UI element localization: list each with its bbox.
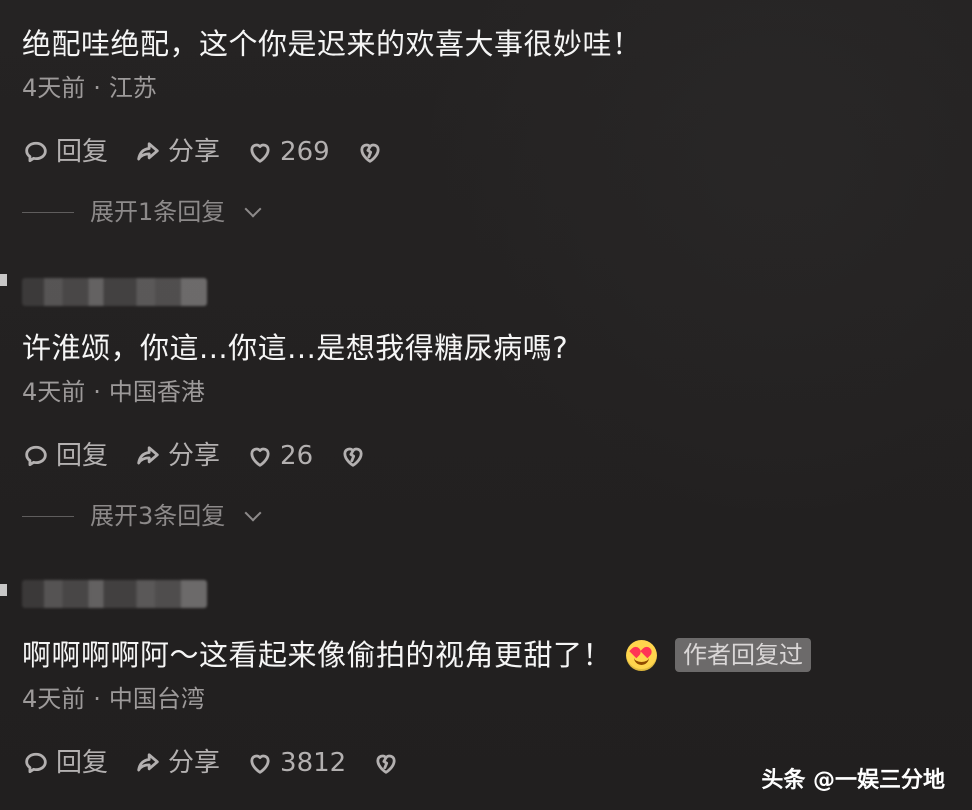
heart-icon bbox=[246, 749, 274, 777]
comment-item-2: 许淮颂，你這...你這...是想我得糖尿病嗎? 4天前·中国香港 回复 分享 bbox=[22, 278, 950, 531]
broken-heart-icon bbox=[372, 749, 400, 777]
meta-separator: · bbox=[93, 74, 101, 102]
left-edge-marker bbox=[0, 274, 7, 286]
share-icon bbox=[134, 442, 162, 470]
share-button[interactable]: 分享 bbox=[134, 440, 220, 472]
broken-heart-icon bbox=[339, 442, 367, 470]
blurred-username bbox=[22, 278, 207, 306]
comment-actions: 回复 分享 26 bbox=[22, 440, 950, 472]
share-button[interactable]: 分享 bbox=[134, 136, 220, 168]
blurred-username bbox=[22, 580, 207, 608]
emoji-mouth bbox=[634, 654, 650, 665]
expand-divider bbox=[22, 515, 74, 517]
comment-item-1: 绝配哇绝配，这个你是迟来的欢喜大事很妙哇！ 4天前 · 江苏 回复 分享 269… bbox=[22, 25, 950, 227]
comments-screen: 绝配哇绝配，这个你是迟来的欢喜大事很妙哇！ 4天前 · 江苏 回复 分享 269… bbox=[0, 0, 972, 810]
comment-meta: 4天前 · 中国香港 bbox=[22, 377, 950, 407]
expand-replies-button[interactable]: 展开3条回复 bbox=[22, 501, 950, 531]
like-count: 269 bbox=[280, 137, 330, 167]
like-count: 3812 bbox=[280, 748, 347, 778]
reply-icon bbox=[22, 138, 50, 166]
reply-button[interactable]: 回复 bbox=[22, 440, 108, 472]
share-label: 分享 bbox=[168, 748, 221, 778]
chevron-down-icon bbox=[244, 504, 262, 522]
reply-button[interactable]: 回复 bbox=[22, 747, 108, 779]
comment-text: 许淮颂，你這...你這...是想我得糖尿病嗎? bbox=[22, 331, 569, 365]
like-button[interactable]: 3812 bbox=[246, 747, 346, 779]
meta-separator: · bbox=[93, 685, 101, 713]
broken-heart-icon bbox=[356, 138, 384, 166]
like-count: 26 bbox=[280, 441, 314, 471]
expand-replies-button[interactable]: 展开1条回复 bbox=[22, 197, 950, 227]
like-button[interactable]: 269 bbox=[246, 136, 330, 168]
watermark: 头条 @一娱三分地 bbox=[761, 768, 945, 793]
author-replied-badge: 作者回复过 bbox=[675, 638, 812, 672]
heart-icon bbox=[246, 138, 274, 166]
comment-actions: 回复 分享 269 bbox=[22, 136, 950, 168]
comment-item-3: 啊啊啊啊阿～这看起来像偷拍的视角更甜了！ 作者回复过 4天前 · 中国台湾 回复 分… bbox=[22, 580, 950, 779]
reply-icon bbox=[22, 442, 50, 470]
share-button[interactable]: 分享 bbox=[134, 747, 220, 779]
comment-text: 绝配哇绝配，这个你是迟来的欢喜大事很妙哇！ bbox=[22, 27, 642, 61]
meta-separator: · bbox=[93, 378, 101, 406]
expand-replies-label: 展开3条回复 bbox=[90, 502, 226, 530]
comment-location: 江苏 bbox=[108, 74, 157, 102]
heart-eyes-emoji-icon bbox=[626, 639, 658, 671]
dislike-button[interactable] bbox=[372, 749, 400, 777]
comment-location: 中国台湾 bbox=[108, 685, 205, 713]
comment-meta: 4天前 · 江苏 bbox=[22, 73, 950, 103]
share-label: 分享 bbox=[168, 137, 221, 167]
reply-label: 回复 bbox=[56, 441, 109, 471]
comment-text: 啊啊啊啊阿～这看起来像偷拍的视角更甜了！ bbox=[22, 638, 613, 672]
reply-button[interactable]: 回复 bbox=[22, 136, 108, 168]
expand-divider bbox=[22, 211, 74, 213]
reply-icon bbox=[22, 749, 50, 777]
left-edge-marker bbox=[0, 584, 7, 596]
share-icon bbox=[134, 138, 162, 166]
comment-meta: 4天前 · 中国台湾 bbox=[22, 684, 950, 714]
comment-time: 4天前 bbox=[22, 685, 86, 713]
share-icon bbox=[134, 749, 162, 777]
reply-label: 回复 bbox=[56, 748, 109, 778]
heart-icon bbox=[246, 442, 274, 470]
dislike-button[interactable] bbox=[339, 442, 367, 470]
dislike-button[interactable] bbox=[356, 138, 384, 166]
expand-replies-label: 展开1条回复 bbox=[90, 198, 226, 226]
share-label: 分享 bbox=[168, 441, 221, 471]
comment-location: 中国香港 bbox=[108, 378, 205, 406]
like-button[interactable]: 26 bbox=[246, 440, 313, 472]
comment-time: 4天前 bbox=[22, 378, 86, 406]
chevron-down-icon bbox=[244, 200, 262, 218]
comment-text-row: 啊啊啊啊阿～这看起来像偷拍的视角更甜了！ 作者回复过 bbox=[22, 636, 950, 674]
reply-label: 回复 bbox=[56, 137, 109, 167]
comment-time: 4天前 bbox=[22, 74, 86, 102]
